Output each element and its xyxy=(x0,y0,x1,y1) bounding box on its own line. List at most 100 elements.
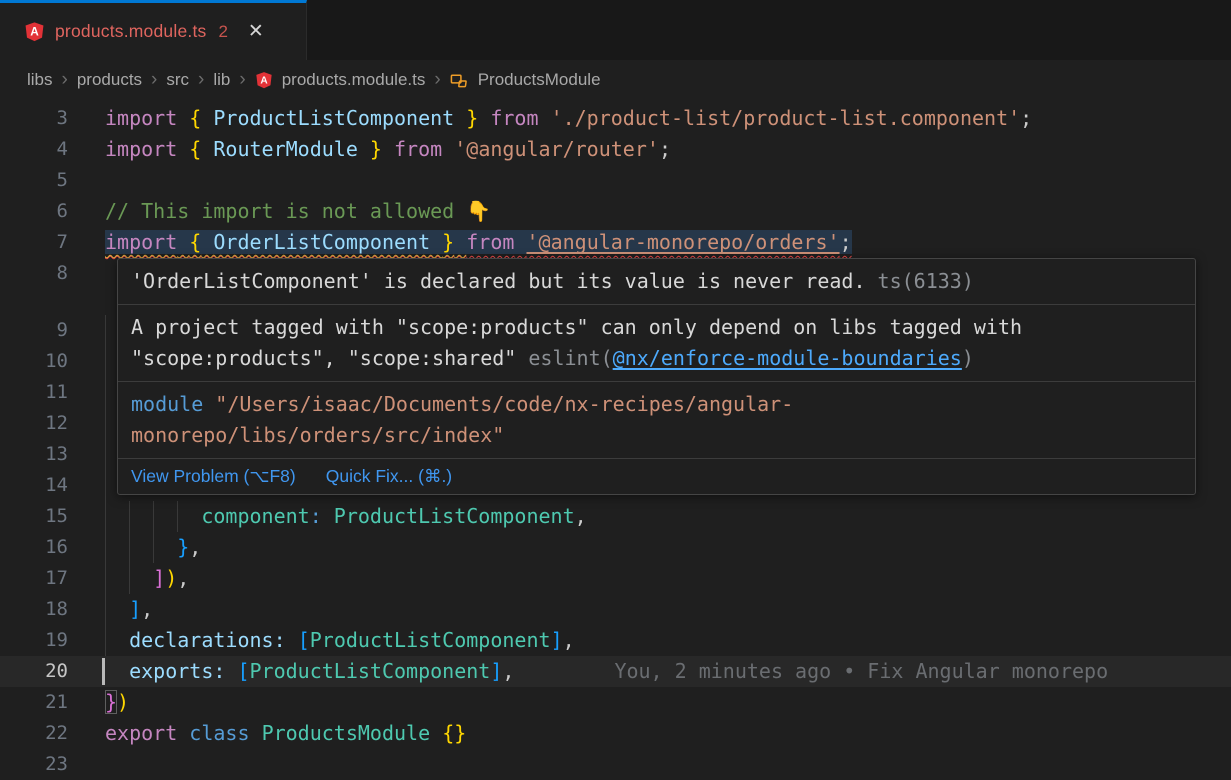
line-number[interactable]: 12 xyxy=(0,408,68,439)
angular-icon: A xyxy=(255,71,273,89)
indent-guide xyxy=(105,377,106,408)
line-number[interactable]: 11 xyxy=(0,377,68,408)
code-line-21[interactable]: 21}) xyxy=(0,687,1231,718)
breadcrumb-symbol[interactable]: ProductsModule xyxy=(478,70,601,90)
hover-message: module "/Users/isaac/Documents/code/nx-r… xyxy=(118,382,1195,459)
text-cursor xyxy=(102,658,105,685)
diagnostic-hover-popup: 'OrderListComponent' is declared but its… xyxy=(117,258,1196,495)
chevron-right-icon: › xyxy=(434,70,440,89)
code-line-content: // This import is not allowed 👇 xyxy=(68,196,1231,227)
line-number[interactable]: 21 xyxy=(0,687,68,718)
line-number[interactable]: 5 xyxy=(0,165,68,196)
code-line-content: export class ProductsModule {} xyxy=(68,718,1231,749)
code-line-15[interactable]: 15 component: ProductListComponent, xyxy=(0,501,1231,532)
line-number[interactable]: 9 xyxy=(0,315,68,346)
code-line-17[interactable]: 17 ]), xyxy=(0,563,1231,594)
line-number[interactable]: 3 xyxy=(0,103,68,134)
indent-guide xyxy=(105,439,106,470)
tab-title: products.module.ts xyxy=(55,21,206,42)
hover-messages: 'OrderListComponent' is declared but its… xyxy=(118,259,1195,459)
line-number[interactable]: 22 xyxy=(0,718,68,749)
indent-guide xyxy=(177,501,178,532)
indent-guide xyxy=(105,501,106,532)
tab-bar: A products.module.ts 2 ✕ xyxy=(0,0,1231,60)
breadcrumb: libs › products › src › lib › A products… xyxy=(0,60,1231,100)
line-number[interactable]: 23 xyxy=(0,749,68,780)
class-symbol-icon xyxy=(450,71,469,90)
code-line-22[interactable]: 22export class ProductsModule {} xyxy=(0,718,1231,749)
code-line-content: component: ProductListComponent, xyxy=(68,501,1231,532)
tab-problem-count-badge: 2 xyxy=(218,22,227,42)
line-number[interactable]: 10 xyxy=(0,346,68,377)
line-number[interactable]: 17 xyxy=(0,563,68,594)
code-line-16[interactable]: 16 }, xyxy=(0,532,1231,563)
chevron-right-icon: › xyxy=(151,70,157,89)
indent-guide xyxy=(105,563,106,594)
hover-message: 'OrderListComponent' is declared but its… xyxy=(118,259,1195,305)
chevron-right-icon: › xyxy=(239,70,245,89)
code-line-7[interactable]: 7import { OrderListComponent } from '@an… xyxy=(0,227,1231,258)
svg-text:A: A xyxy=(260,75,268,86)
view-problem-link[interactable]: View Problem (⌥F8) xyxy=(131,466,296,487)
line-number[interactable]: 20 xyxy=(0,656,68,687)
line-number[interactable]: 19 xyxy=(0,625,68,656)
indent-guide xyxy=(153,532,154,563)
line-number[interactable]: 7 xyxy=(0,227,68,258)
code-line-content: import { RouterModule } from '@angular/r… xyxy=(68,134,1231,165)
line-number[interactable]: 16 xyxy=(0,532,68,563)
indent-guide xyxy=(129,501,130,532)
indent-guide xyxy=(105,346,106,377)
code-line-content xyxy=(68,749,1231,780)
breadcrumb-item-src[interactable]: src xyxy=(166,70,189,90)
line-number[interactable]: 4 xyxy=(0,134,68,165)
vscode-window: A products.module.ts 2 ✕ libs › products… xyxy=(0,0,1231,780)
indent-guide xyxy=(105,315,106,346)
code-line-4[interactable]: 4import { RouterModule } from '@angular/… xyxy=(0,134,1231,165)
indent-guide xyxy=(105,470,106,501)
chevron-right-icon: › xyxy=(198,70,204,89)
code-line-18[interactable]: 18 ], xyxy=(0,594,1231,625)
breadcrumb-item-lib[interactable]: lib xyxy=(213,70,230,90)
tab-products-module[interactable]: A products.module.ts 2 ✕ xyxy=(0,0,307,60)
breadcrumb-file[interactable]: products.module.ts xyxy=(282,70,426,90)
breadcrumb-item-products[interactable]: products xyxy=(77,70,142,90)
line-number[interactable]: 18 xyxy=(0,594,68,625)
code-line-content: }, xyxy=(68,532,1231,563)
hover-action-bar: View Problem (⌥F8) Quick Fix... (⌘.) xyxy=(118,459,1195,494)
code-line-content: ]), xyxy=(68,563,1231,594)
hover-message: A project tagged with "scope:products" c… xyxy=(118,305,1195,382)
line-number[interactable]: 13 xyxy=(0,439,68,470)
code-line-3[interactable]: 3import { ProductListComponent } from '.… xyxy=(0,103,1231,134)
close-icon[interactable]: ✕ xyxy=(248,22,264,41)
code-line-content: ], xyxy=(68,594,1231,625)
code-line-6[interactable]: 6// This import is not allowed 👇 xyxy=(0,196,1231,227)
squiggle-segment: import { OrderListComponent } xyxy=(105,230,466,254)
indent-guide xyxy=(153,501,154,532)
line-number[interactable]: 8 xyxy=(0,258,68,289)
squiggle-segment: from '@angular-monorepo/orders'; xyxy=(466,230,851,254)
indent-guide xyxy=(105,532,106,563)
code-line-content xyxy=(68,165,1231,196)
line-number[interactable]: 14 xyxy=(0,470,68,501)
eslint-rule-link[interactable]: @nx/enforce-module-boundaries xyxy=(613,346,962,370)
code-line-23[interactable]: 23 xyxy=(0,749,1231,780)
chevron-right-icon: › xyxy=(62,70,68,89)
angular-icon: A xyxy=(24,21,45,42)
indent-guide xyxy=(105,594,106,625)
code-line-20[interactable]: 20 exports: [ProductListComponent],You, … xyxy=(0,656,1231,687)
svg-text:A: A xyxy=(30,24,39,38)
indent-guide xyxy=(129,563,130,594)
code-line-content: exports: [ProductListComponent],You, 2 m… xyxy=(68,656,1231,687)
line-number[interactable]: 6 xyxy=(0,196,68,227)
indent-guide xyxy=(129,532,130,563)
code-line-19[interactable]: 19 declarations: [ProductListComponent], xyxy=(0,625,1231,656)
indent-guide xyxy=(105,408,106,439)
line-number[interactable]: 15 xyxy=(0,501,68,532)
breadcrumb-item-libs[interactable]: libs xyxy=(27,70,53,90)
indent-guide xyxy=(105,625,106,656)
code-line-content: import { OrderListComponent } from '@ang… xyxy=(68,227,1231,258)
code-line-5[interactable]: 5 xyxy=(0,165,1231,196)
code-line-content: import { ProductListComponent } from './… xyxy=(68,103,1231,134)
quick-fix-link[interactable]: Quick Fix... (⌘.) xyxy=(326,466,452,487)
code-line-content: declarations: [ProductListComponent], xyxy=(68,625,1231,656)
